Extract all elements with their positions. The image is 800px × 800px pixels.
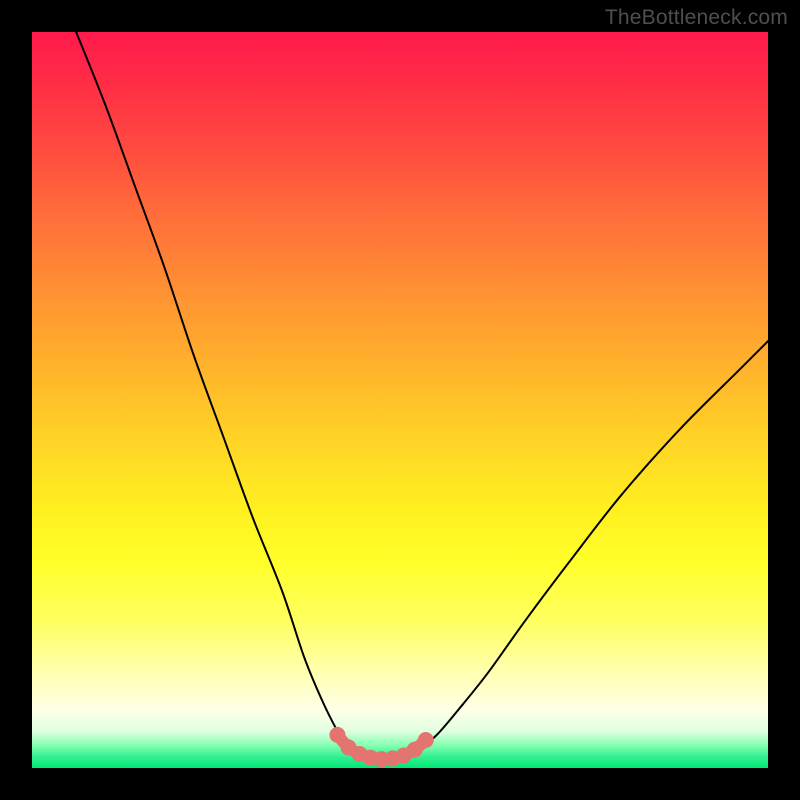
optimal-zone-markers (329, 727, 433, 767)
curve-right (418, 341, 768, 750)
marker-dot (418, 732, 434, 748)
watermark-text: TheBottleneck.com (605, 6, 788, 30)
marker-dot (329, 727, 345, 743)
chart-overlay (32, 32, 768, 768)
curve-left (76, 32, 348, 750)
